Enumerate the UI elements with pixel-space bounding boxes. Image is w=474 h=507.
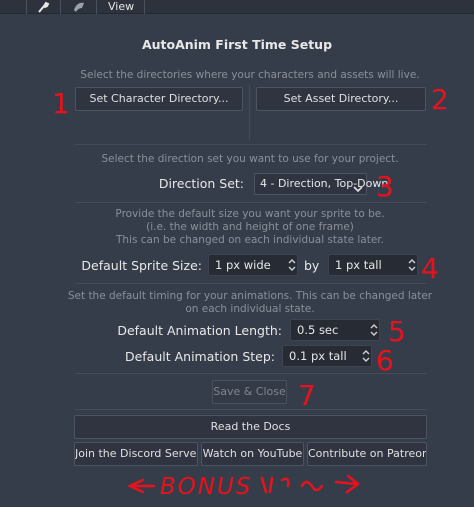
- section-divider: [75, 373, 427, 374]
- animation-step-value: 0.1 px tall: [289, 349, 347, 363]
- spinner-arrows-icon[interactable]: [368, 320, 380, 340]
- save-close-button[interactable]: Save & Close: [212, 380, 287, 404]
- direction-set-label: Direction Set:: [158, 176, 244, 191]
- script-icon[interactable]: [72, 0, 86, 14]
- sprite-size-hint-line2: (i.e. the width and height of one frame): [146, 221, 354, 233]
- direction-set-value: 4 - Direction, Top-Down: [260, 177, 389, 190]
- animation-length-value: 0.5 sec: [297, 323, 339, 337]
- sprite-width-value: 1 px wide: [215, 258, 271, 272]
- sprite-height-spinbox[interactable]: 1 px tall: [328, 254, 418, 276]
- set-asset-directory-button[interactable]: Set Asset Directory...: [256, 87, 426, 111]
- contribute-patreon-button[interactable]: Contribute on Patreon: [307, 442, 427, 466]
- watch-youtube-button[interactable]: Watch on YouTube: [201, 442, 304, 466]
- chevron-down-icon: [353, 180, 363, 200]
- topbar-separator: [60, 0, 61, 14]
- dialog-title: AutoAnim First Time Setup: [141, 37, 333, 52]
- spinner-arrows-icon[interactable]: [360, 346, 372, 366]
- topbar-separator: [144, 0, 145, 14]
- directories-divider: [249, 85, 250, 140]
- animation-length-label: Default Animation Length:: [117, 323, 282, 338]
- timing-hint-line2: on each individual state.: [185, 303, 315, 315]
- topbar-separator: [96, 0, 97, 14]
- by-label: by: [304, 258, 320, 273]
- sprite-size-hint-line1: Provide the default size you want your s…: [115, 208, 385, 220]
- view-menu[interactable]: View: [108, 0, 134, 14]
- section-divider: [75, 283, 427, 284]
- wrench-icon[interactable]: [36, 0, 50, 14]
- section-divider: [75, 144, 427, 145]
- editor-topbar: View: [0, 0, 474, 14]
- join-discord-button[interactable]: Join the Discord Server: [74, 442, 198, 466]
- topbar-separator: [26, 0, 27, 14]
- sprite-size-hint-line3: This can be changed on each individual s…: [115, 234, 385, 246]
- animation-length-spinbox[interactable]: 0.5 sec: [290, 319, 380, 341]
- sprite-height-value: 1 px tall: [335, 258, 382, 272]
- spinner-arrows-icon[interactable]: [286, 255, 298, 275]
- animation-step-label: Default Animation Step:: [124, 349, 275, 364]
- timing-hint-line1: Set the default timing for your animatio…: [67, 290, 433, 302]
- read-the-docs-button[interactable]: Read the Docs: [74, 415, 427, 439]
- section-divider: [75, 202, 427, 203]
- directories-hint: Select the directories where your charac…: [80, 69, 420, 81]
- spinner-arrows-icon[interactable]: [406, 255, 418, 275]
- direction-set-dropdown[interactable]: 4 - Direction, Top-Down: [254, 173, 388, 195]
- sprite-width-spinbox[interactable]: 1 px wide: [208, 254, 298, 276]
- section-divider: [75, 409, 427, 410]
- set-character-directory-button[interactable]: Set Character Directory...: [75, 87, 243, 111]
- animation-step-spinbox[interactable]: 0.1 px tall: [282, 345, 372, 367]
- sprite-size-label: Default Sprite Size:: [81, 258, 202, 273]
- direction-hint: Select the direction set you want to use…: [101, 153, 399, 165]
